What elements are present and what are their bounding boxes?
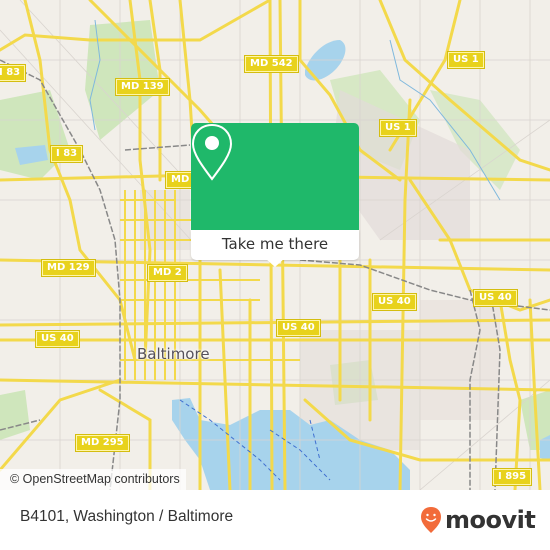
route-shield-md2: MD 2: [148, 265, 187, 281]
route-shield-i83: I 83: [0, 65, 26, 81]
moovit-smile-pin-icon: [421, 507, 441, 533]
map-attribution[interactable]: © OpenStreetMap contributors: [0, 469, 186, 490]
moovit-logo[interactable]: moovit: [420, 505, 536, 535]
map-pin-icon: [191, 123, 233, 181]
brand-name: moovit: [445, 506, 536, 534]
route-shield-us1: US 1: [448, 52, 484, 68]
city-label-baltimore: Baltimore: [137, 345, 210, 363]
route-shield-us1: US 1: [380, 120, 416, 136]
route-shield-md139: MD 139: [116, 79, 169, 95]
route-shield-us40: US 40: [373, 294, 416, 310]
footer-bar: B4101, Washington / Baltimore moovit: [0, 490, 550, 550]
route-shield-us40: US 40: [36, 331, 79, 347]
destination-popup[interactable]: Take me there: [191, 123, 359, 267]
route-shield-md542: MD 542: [245, 56, 298, 72]
route-shield-md129: MD 129: [42, 260, 95, 276]
route-shield-us40: US 40: [474, 290, 517, 306]
popup-header[interactable]: [191, 123, 359, 230]
route-shield-us40: US 40: [277, 320, 320, 336]
route-shield-i895: I 895: [493, 469, 532, 485]
route-shield-i83: I 83: [51, 146, 83, 162]
map-view[interactable]: I 83 MD 139 MD 542 US 1 US 1 I 83 MD MD …: [0, 0, 550, 490]
route-shield-md295: MD 295: [76, 435, 129, 451]
take-me-there-button[interactable]: Take me there: [191, 230, 359, 260]
popup-pointer: [265, 258, 285, 267]
location-title: B4101, Washington / Baltimore: [20, 508, 234, 525]
